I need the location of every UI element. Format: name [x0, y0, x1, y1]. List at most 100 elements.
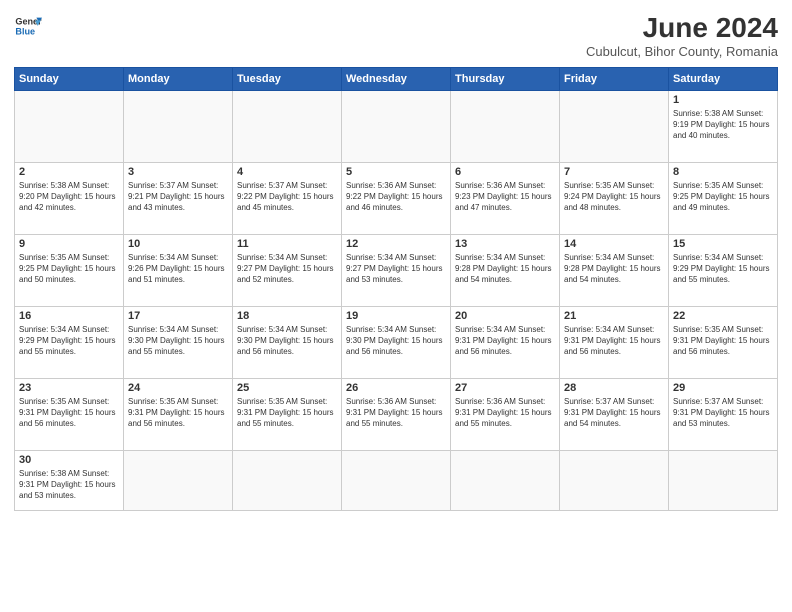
table-row: 4Sunrise: 5:37 AM Sunset: 9:22 PM Daylig…	[233, 163, 342, 235]
day-number: 7	[564, 166, 664, 178]
table-row: 28 Sunrise: 5:37 AM Sunset: 9:31 PM Dayli…	[560, 379, 669, 451]
day-info: Sunrise: 5:34 AM Sunset: 9:30 PM Dayligh…	[346, 324, 446, 358]
day-info: Sunrise: 5:35 AM Sunset: 9:25 PM Dayligh…	[673, 180, 773, 214]
col-wednesday: Wednesday	[342, 68, 451, 91]
day-number: 30	[19, 454, 119, 466]
table-row: 14 Sunrise: 5:34 AM Sunset: 9:28 PM Dayli…	[560, 235, 669, 307]
day-info: Sunrise: 5:34 AM Sunset: 9:28 PM Dayligh…	[564, 252, 664, 286]
day-info: Sunrise: 5:36 AM Sunset: 9:31 PM Dayligh…	[346, 396, 446, 430]
table-row: 5Sunrise: 5:36 AM Sunset: 9:22 PM Daylig…	[342, 163, 451, 235]
day-number: 20	[455, 310, 555, 322]
table-row: 8 Sunrise: 5:35 AM Sunset: 9:25 PM Daylig…	[669, 163, 778, 235]
day-number: 24	[128, 382, 228, 394]
day-info: Sunrise: 5:35 AM Sunset: 9:31 PM Dayligh…	[19, 396, 119, 430]
table-row	[560, 451, 669, 511]
day-number: 10	[128, 238, 228, 250]
table-row: 19 Sunrise: 5:34 AM Sunset: 9:30 PM Dayli…	[342, 307, 451, 379]
day-number: 6	[455, 166, 555, 178]
table-row	[233, 91, 342, 163]
day-number: 17	[128, 310, 228, 322]
day-number: 3	[128, 166, 228, 178]
table-row	[342, 451, 451, 511]
table-row: 16 Sunrise: 5:34 AM Sunset: 9:29 PM Dayli…	[15, 307, 124, 379]
calendar-header-row: Sunday Monday Tuesday Wednesday Thursday…	[15, 68, 778, 91]
day-number: 19	[346, 310, 446, 322]
table-row	[669, 451, 778, 511]
svg-text:Blue: Blue	[15, 26, 35, 36]
table-row: 15 Sunrise: 5:34 AM Sunset: 9:29 PM Dayli…	[669, 235, 778, 307]
day-number: 27	[455, 382, 555, 394]
page-subtitle: Cubulcut, Bihor County, Romania	[586, 44, 778, 59]
day-info: Sunrise: 5:34 AM Sunset: 9:30 PM Dayligh…	[237, 324, 337, 358]
day-number: 15	[673, 238, 773, 250]
day-info: Sunrise: 5:34 AM Sunset: 9:30 PM Dayligh…	[128, 324, 228, 358]
day-info: Sunrise: 5:34 AM Sunset: 9:27 PM Dayligh…	[237, 252, 337, 286]
day-number: 13	[455, 238, 555, 250]
day-number: 21	[564, 310, 664, 322]
table-row	[560, 91, 669, 163]
day-number: 26	[346, 382, 446, 394]
day-number: 23	[19, 382, 119, 394]
col-saturday: Saturday	[669, 68, 778, 91]
day-number: 8	[673, 166, 773, 178]
day-number: 9	[19, 238, 119, 250]
day-info: Sunrise: 5:35 AM Sunset: 9:31 PM Dayligh…	[237, 396, 337, 430]
day-info: Sunrise: 5:38 AM Sunset: 9:20 PM Dayligh…	[19, 180, 119, 214]
day-number: 28	[564, 382, 664, 394]
table-row: 10Sunrise: 5:34 AM Sunset: 9:26 PM Dayli…	[124, 235, 233, 307]
table-row	[233, 451, 342, 511]
page-title: June 2024	[586, 12, 778, 44]
day-info: Sunrise: 5:36 AM Sunset: 9:23 PM Dayligh…	[455, 180, 555, 214]
day-info: Sunrise: 5:37 AM Sunset: 9:21 PM Dayligh…	[128, 180, 228, 214]
table-row: 3 Sunrise: 5:37 AM Sunset: 9:21 PM Daylig…	[124, 163, 233, 235]
table-row: 7 Sunrise: 5:35 AM Sunset: 9:24 PM Daylig…	[560, 163, 669, 235]
table-row: 18Sunrise: 5:34 AM Sunset: 9:30 PM Dayli…	[233, 307, 342, 379]
day-info: Sunrise: 5:34 AM Sunset: 9:28 PM Dayligh…	[455, 252, 555, 286]
day-number: 2	[19, 166, 119, 178]
header: General Blue June 2024 Cubulcut, Bihor C…	[14, 12, 778, 59]
day-info: Sunrise: 5:35 AM Sunset: 9:24 PM Dayligh…	[564, 180, 664, 214]
table-row	[451, 451, 560, 511]
logo: General Blue	[14, 12, 42, 40]
day-number: 12	[346, 238, 446, 250]
day-number: 16	[19, 310, 119, 322]
day-info: Sunrise: 5:34 AM Sunset: 9:29 PM Dayligh…	[673, 252, 773, 286]
table-row: 9 Sunrise: 5:35 AM Sunset: 9:25 PM Daylig…	[15, 235, 124, 307]
col-tuesday: Tuesday	[233, 68, 342, 91]
table-row: 27 Sunrise: 5:36 AM Sunset: 9:31 PM Dayli…	[451, 379, 560, 451]
day-number: 14	[564, 238, 664, 250]
day-number: 11	[237, 238, 337, 250]
table-row	[124, 91, 233, 163]
day-info: Sunrise: 5:34 AM Sunset: 9:29 PM Dayligh…	[19, 324, 119, 358]
table-row: 2 Sunrise: 5:38 AM Sunset: 9:20 PM Daylig…	[15, 163, 124, 235]
table-row: 20 Sunrise: 5:34 AM Sunset: 9:31 PM Dayli…	[451, 307, 560, 379]
col-friday: Friday	[560, 68, 669, 91]
day-info: Sunrise: 5:34 AM Sunset: 9:31 PM Dayligh…	[564, 324, 664, 358]
table-row	[15, 91, 124, 163]
table-row: 24 Sunrise: 5:35 AM Sunset: 9:31 PM Dayli…	[124, 379, 233, 451]
col-monday: Monday	[124, 68, 233, 91]
day-info: Sunrise: 5:35 AM Sunset: 9:31 PM Dayligh…	[128, 396, 228, 430]
day-number: 29	[673, 382, 773, 394]
day-number: 22	[673, 310, 773, 322]
day-info: Sunrise: 5:37 AM Sunset: 9:31 PM Dayligh…	[564, 396, 664, 430]
table-row: 13 Sunrise: 5:34 AM Sunset: 9:28 PM Dayli…	[451, 235, 560, 307]
logo-icon: General Blue	[14, 12, 42, 40]
day-info: Sunrise: 5:35 AM Sunset: 9:25 PM Dayligh…	[19, 252, 119, 286]
table-row: 30 Sunrise: 5:38 AM Sunset: 9:31 PM Dayli…	[15, 451, 124, 511]
day-info: Sunrise: 5:38 AM Sunset: 9:19 PM Dayligh…	[673, 108, 773, 142]
calendar: Sunday Monday Tuesday Wednesday Thursday…	[14, 67, 778, 511]
table-row: 17 Sunrise: 5:34 AM Sunset: 9:30 PM Dayli…	[124, 307, 233, 379]
day-info: Sunrise: 5:36 AM Sunset: 9:31 PM Dayligh…	[455, 396, 555, 430]
table-row: 29 Sunrise: 5:37 AM Sunset: 9:31 PM Dayli…	[669, 379, 778, 451]
table-row: 6 Sunrise: 5:36 AM Sunset: 9:23 PM Daylig…	[451, 163, 560, 235]
table-row: 11 Sunrise: 5:34 AM Sunset: 9:27 PM Dayli…	[233, 235, 342, 307]
day-info: Sunrise: 5:38 AM Sunset: 9:31 PM Dayligh…	[19, 468, 119, 502]
day-info: Sunrise: 5:34 AM Sunset: 9:27 PM Dayligh…	[346, 252, 446, 286]
day-info: Sunrise: 5:36 AM Sunset: 9:22 PM Dayligh…	[346, 180, 446, 214]
table-row: 21 Sunrise: 5:34 AM Sunset: 9:31 PM Dayli…	[560, 307, 669, 379]
day-info: Sunrise: 5:34 AM Sunset: 9:31 PM Dayligh…	[455, 324, 555, 358]
day-info: Sunrise: 5:35 AM Sunset: 9:31 PM Dayligh…	[673, 324, 773, 358]
title-section: June 2024 Cubulcut, Bihor County, Romani…	[586, 12, 778, 59]
day-info: Sunrise: 5:37 AM Sunset: 9:31 PM Dayligh…	[673, 396, 773, 430]
